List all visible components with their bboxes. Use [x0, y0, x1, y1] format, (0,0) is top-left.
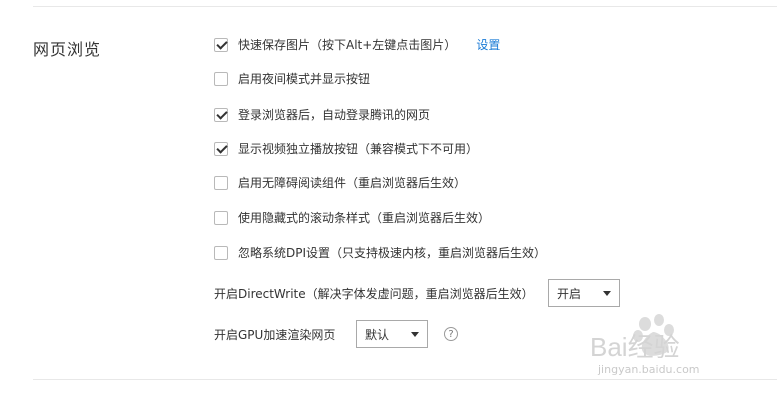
directwrite-select[interactable]: 开启: [548, 279, 620, 307]
option-label: 忽略系统DPI设置（只支持极速内核，重启浏览器后生效）: [238, 246, 547, 260]
option-label: 显示视频独立播放按钮（兼容模式下不可用）: [238, 142, 479, 156]
gpu-select[interactable]: 默认: [356, 320, 428, 348]
option-hidden-scrollbar[interactable]: 使用隐藏式的滚动条样式（重启浏览器后生效）: [214, 209, 490, 226]
gpu-row: 开启GPU加速渲染网页 默认 ?: [214, 320, 458, 348]
section-title: 网页浏览: [33, 40, 102, 59]
option-label: 登录浏览器后，自动登录腾讯的网页: [238, 108, 431, 122]
checkbox-hidden-scrollbar[interactable]: [214, 210, 228, 225]
watermark-url: jingyan.baidu.com: [598, 363, 700, 376]
help-icon[interactable]: ?: [444, 327, 458, 341]
option-label: 启用夜间模式并显示按钮: [238, 72, 371, 86]
directwrite-value: 开启: [557, 286, 582, 301]
gpu-value: 默认: [365, 327, 390, 342]
baidu-jingyan-watermark: Bai经验: [585, 310, 745, 363]
checkbox-auto-login-tencent[interactable]: [214, 107, 228, 122]
checkbox-quick-save-image[interactable]: [214, 37, 228, 52]
option-label: 使用隐藏式的滚动条样式（重启浏览器后生效）: [238, 211, 491, 225]
option-video-popout[interactable]: 显示视频独立播放按钮（兼容模式下不可用）: [214, 140, 478, 157]
watermark-text: Bai经验: [590, 332, 680, 360]
option-label: 快速保存图片（按下Alt+左键点击图片）: [238, 38, 457, 52]
checkbox-video-popout[interactable]: [214, 141, 228, 156]
chevron-down-icon: [411, 331, 419, 337]
top-divider: [33, 6, 777, 7]
watermark-logo: Bai经验: [590, 314, 680, 362]
directwrite-row: 开启DirectWrite（解决字体发虚问题，重启浏览器后生效） 开启: [214, 279, 620, 307]
settings-link[interactable]: 设置: [476, 36, 500, 53]
checkbox-ignore-dpi[interactable]: [214, 245, 228, 260]
checkbox-night-mode[interactable]: [214, 71, 228, 86]
chevron-down-icon: [603, 290, 611, 296]
directwrite-label: 开启DirectWrite（解决字体发虚问题，重启浏览器后生效）: [214, 286, 534, 301]
option-quick-save-image[interactable]: 快速保存图片（按下Alt+左键点击图片） 设置: [214, 36, 500, 53]
bottom-divider: [33, 379, 777, 380]
option-label: 启用无障碍阅读组件（重启浏览器后生效）: [238, 176, 467, 190]
gpu-label: 开启GPU加速渲染网页: [214, 327, 336, 342]
checkbox-accessibility-reader[interactable]: [214, 175, 228, 190]
option-accessibility-reader[interactable]: 启用无障碍阅读组件（重启浏览器后生效）: [214, 174, 466, 191]
option-auto-login-tencent[interactable]: 登录浏览器后，自动登录腾讯的网页: [214, 106, 430, 123]
option-night-mode[interactable]: 启用夜间模式并显示按钮: [214, 70, 370, 87]
option-ignore-dpi[interactable]: 忽略系统DPI设置（只支持极速内核，重启浏览器后生效）: [214, 244, 546, 261]
